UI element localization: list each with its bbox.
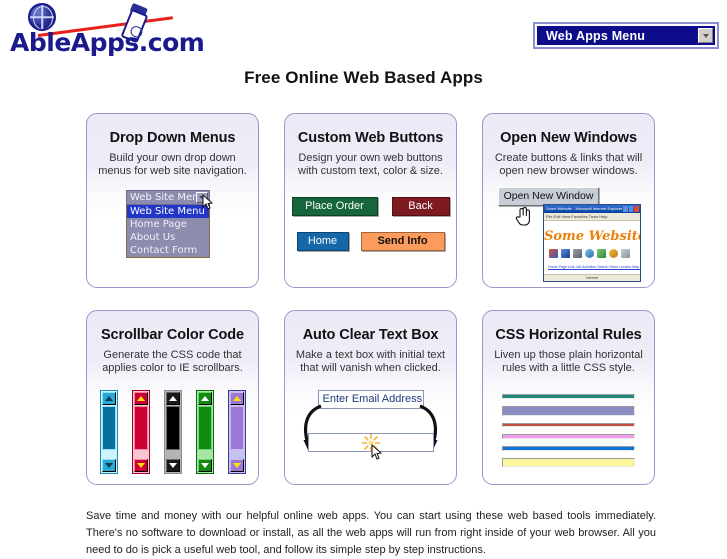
- chevron-down-icon[interactable]: [698, 28, 713, 43]
- demo-buttons: Place Order Back Home Send Info: [285, 197, 456, 251]
- mini-browser-menu-text: File Edit View Favorites Tools Help: [546, 214, 608, 219]
- site-logo[interactable]: AbleApps.com: [8, 2, 248, 57]
- scrollbar-black[interactable]: [163, 390, 182, 474]
- demo-button-home[interactable]: Home: [296, 232, 349, 251]
- scroll-down-arrow-icon[interactable]: [101, 459, 116, 472]
- card-description: Build your own drop down menus for web s…: [98, 152, 247, 177]
- demo-select[interactable]: Web Site Menu Web Site Menu Home Page Ab…: [126, 190, 213, 258]
- demo-scrollbars: [87, 390, 258, 474]
- mini-browser-icon-row: [549, 249, 630, 258]
- card-description: Liven up those plain horizontal rules wi…: [494, 349, 643, 374]
- card-title: Scrollbar Color Code: [100, 327, 245, 343]
- card-custom-web-buttons[interactable]: Custom Web Buttons Design your own web b…: [284, 113, 457, 288]
- card-css-horizontal-rules[interactable]: CSS Horizontal Rules Liven up those plai…: [482, 310, 655, 485]
- scrollbar-thumb[interactable]: [229, 406, 244, 450]
- card-title: Drop Down Menus: [109, 130, 236, 146]
- scrollbar-red[interactable]: [131, 390, 150, 474]
- scrollbar-thumb[interactable]: [101, 406, 116, 450]
- app-card-grid: Drop Down Menus Build your own drop down…: [86, 113, 656, 485]
- select-option[interactable]: Home Page: [127, 218, 209, 231]
- horizontal-rule-6: [502, 458, 635, 467]
- arrow-cursor-icon: [202, 194, 213, 210]
- horizontal-rule-4: [502, 434, 635, 439]
- card-title: CSS Horizontal Rules: [495, 327, 642, 343]
- mail-icon: [621, 249, 630, 258]
- select-option-list[interactable]: Web Site Menu Home Page About Us Contact…: [126, 205, 210, 258]
- horizontal-rule-1: [502, 394, 635, 399]
- web-apps-menu-label: Web Apps Menu: [546, 28, 646, 43]
- footer-text: Save time and money with our helpful onl…: [86, 508, 656, 559]
- logo-wordmark: AbleApps.com: [10, 28, 205, 57]
- mini-browser-heading: Some Website: [544, 229, 641, 244]
- card-drop-down-menus[interactable]: Drop Down Menus Build your own drop down…: [86, 113, 259, 288]
- horizontal-rule-5: [502, 446, 635, 451]
- demo-textbox-empty[interactable]: [307, 433, 434, 460]
- card-description: Generate the CSS code that applies color…: [102, 349, 243, 374]
- scroll-up-arrow-icon[interactable]: [133, 392, 148, 405]
- demo-mini-browser-window[interactable]: Some Website - Microsoft Internet Explor…: [543, 204, 641, 282]
- monitor-icon: [561, 249, 570, 258]
- demo-button-send-info[interactable]: Send Info: [360, 232, 445, 251]
- pointing-hand-icon: [515, 206, 531, 226]
- demo-textbox-filled[interactable]: Enter Email Address: [317, 390, 424, 409]
- scrollbar-purple[interactable]: [227, 390, 246, 474]
- select-option[interactable]: About Us: [127, 231, 209, 244]
- horizontal-rule-3: [502, 423, 635, 427]
- mini-browser-body: Some Website Home Page Link List Activit…: [544, 221, 641, 281]
- thumbnail-icon: [549, 249, 558, 258]
- search-icon: [585, 249, 594, 258]
- card-title: Custom Web Buttons: [297, 130, 444, 146]
- arrow-cursor-icon: [371, 443, 382, 460]
- card-description: Create buttons & links that will open ne…: [494, 152, 643, 177]
- demo-button-place-order[interactable]: Place Order: [291, 197, 378, 216]
- mini-browser-title-bar: Some Website - Microsoft Internet Explor…: [544, 205, 640, 213]
- demo-horizontal-rules: [502, 394, 635, 467]
- scrollbar-cyan[interactable]: [99, 390, 118, 474]
- horizontal-rule-2: [502, 406, 635, 416]
- card-description: Design your own web buttons with custom …: [298, 152, 443, 177]
- card-title: Auto Clear Text Box: [302, 327, 439, 343]
- scrollbar-thumb[interactable]: [133, 406, 148, 450]
- card-description: Make a text box with initial text that w…: [295, 349, 446, 374]
- scroll-up-arrow-icon[interactable]: [165, 392, 180, 405]
- mini-browser-menu-bar: File Edit View Favorites Tools Help: [544, 213, 640, 221]
- mini-browser-status-bar: Internet: [544, 274, 640, 281]
- select-option[interactable]: Web Site Menu: [127, 205, 209, 218]
- card-auto-clear-text-box[interactable]: Auto Clear Text Box Make a text box with…: [284, 310, 457, 485]
- scrollbar-green[interactable]: [195, 390, 214, 474]
- globe-icon: [28, 3, 56, 31]
- demo-auto-clear: Enter Email Address: [285, 390, 456, 460]
- grid-icon: [573, 249, 582, 258]
- select-display[interactable]: Web Site Menu: [126, 190, 210, 205]
- scrollbar-thumb[interactable]: [165, 406, 180, 450]
- card-title: Open New Windows: [500, 130, 637, 146]
- scroll-up-arrow-icon[interactable]: [197, 392, 212, 405]
- card-scrollbar-color-code[interactable]: Scrollbar Color Code Generate the CSS co…: [86, 310, 259, 485]
- card-open-new-windows[interactable]: Open New Windows Create buttons & links …: [482, 113, 655, 288]
- window-controls[interactable]: [623, 206, 640, 212]
- page-root: AbleApps.com Web Apps Menu Free Online W…: [0, 0, 727, 556]
- scroll-up-arrow-icon[interactable]: [229, 392, 244, 405]
- mini-browser-title: Some Website - Microsoft Internet Explor…: [546, 206, 623, 211]
- demo-button-back[interactable]: Back: [391, 197, 450, 216]
- status-text: Internet: [585, 276, 599, 280]
- scroll-down-arrow-icon[interactable]: [229, 459, 244, 472]
- page-title: Free Online Web Based Apps: [244, 68, 483, 87]
- mini-browser-links[interactable]: Home Page Link List Activities Search St…: [548, 265, 640, 269]
- scrollbar-thumb[interactable]: [197, 406, 212, 450]
- select-selected-value: Web Site Menu: [130, 192, 205, 203]
- web-apps-menu-dropdown[interactable]: Web Apps Menu: [533, 22, 719, 49]
- cart-icon: [597, 249, 606, 258]
- scroll-down-arrow-icon[interactable]: [197, 459, 212, 472]
- select-option[interactable]: Contact Form: [127, 244, 209, 257]
- footer-paragraph: Save time and money with our helpful onl…: [86, 510, 656, 556]
- scroll-down-arrow-icon[interactable]: [133, 459, 148, 472]
- scroll-up-arrow-icon[interactable]: [101, 392, 116, 405]
- globe-icon: [609, 249, 618, 258]
- scroll-down-arrow-icon[interactable]: [165, 459, 180, 472]
